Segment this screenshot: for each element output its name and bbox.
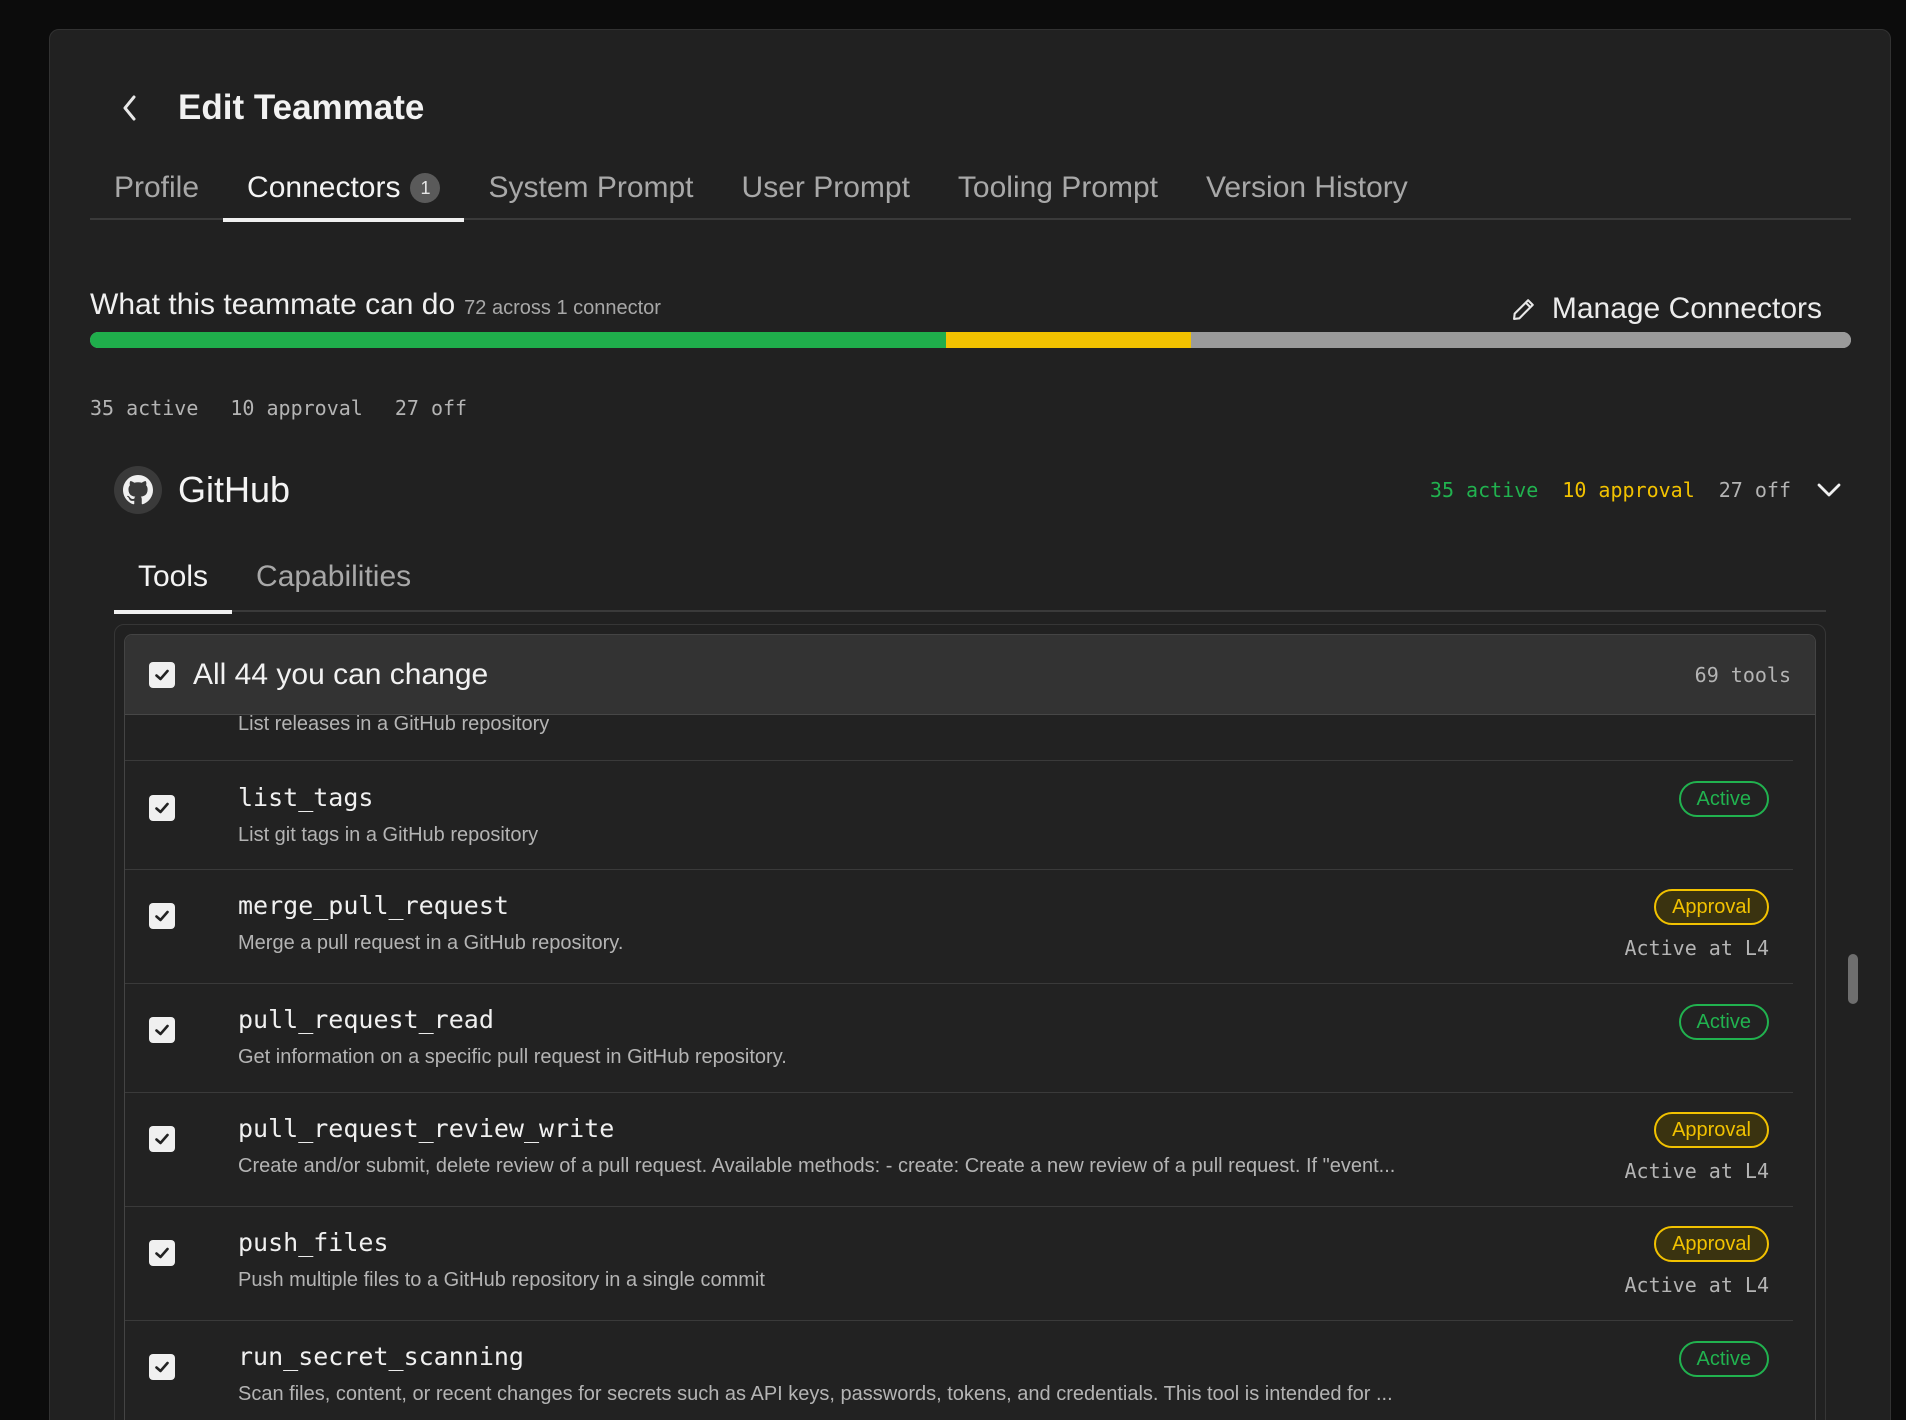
tab-user-prompt[interactable]: User Prompt — [718, 156, 934, 220]
status-note: Active at L4 — [1624, 1159, 1770, 1183]
tools-count: 69 tools — [1694, 662, 1791, 687]
checkmark-icon — [155, 669, 169, 680]
status-distribution-bar — [90, 332, 1851, 348]
tool-description: List git tags in a GitHub repository — [238, 824, 539, 846]
page-header: Edit Teammate — [110, 78, 424, 138]
tool-description: Get information on a specific pull reque… — [238, 1046, 787, 1068]
tools-list-scrollbar[interactable] — [1848, 954, 1858, 1004]
tool-description: List releases in a GitHub repository — [238, 713, 550, 735]
edit-teammate-panel: Edit Teammate Profile Connectors 1 System… — [49, 29, 1891, 1420]
tab-label: User Prompt — [741, 171, 910, 204]
tool-checkbox[interactable] — [149, 795, 175, 821]
connector-approval-count: 10 approval — [1562, 478, 1695, 502]
connector-active-count: 35 active — [1429, 478, 1539, 502]
tools-list-header: All 44 you can change 69 tools — [125, 635, 1815, 715]
table-row[interactable]: merge_pull_request Merge a pull request … — [125, 870, 1793, 984]
checkmark-icon — [155, 802, 169, 814]
tool-name: merge_pull_request — [238, 891, 509, 920]
connector-off-count: 27 off — [1718, 478, 1791, 502]
tab-tooling-prompt[interactable]: Tooling Prompt — [934, 156, 1182, 220]
status-badge[interactable]: Active — [1678, 1004, 1769, 1040]
tool-name: pull_request_read — [238, 1005, 494, 1034]
tab-label: Tooling Prompt — [957, 171, 1159, 204]
table-row[interactable]: run_secret_scanning Scan files, content,… — [125, 1321, 1793, 1420]
approval-count: 10 approval — [230, 396, 363, 420]
connector-tabs: Tools Capabilities — [114, 542, 1826, 614]
tab-label: Connectors — [247, 171, 401, 204]
status-badge[interactable]: Approval — [1654, 1226, 1769, 1262]
tab-system-prompt[interactable]: System Prompt — [464, 156, 717, 220]
table-row[interactable]: List releases in a GitHub repository — [125, 713, 1793, 761]
status-note: Active at L4 — [1624, 1273, 1770, 1297]
status-badge[interactable]: Active — [1678, 781, 1769, 817]
checkmark-icon — [155, 1024, 169, 1036]
bar-segment-approval — [946, 332, 1191, 348]
table-row[interactable]: push_files Push multiple files to a GitH… — [125, 1207, 1793, 1321]
connector-stats: 35 active 10 approval 27 off — [1430, 462, 1843, 518]
status-badge[interactable]: Active — [1678, 1341, 1769, 1377]
manage-connectors-button[interactable]: Manage Connectors — [1510, 292, 1822, 326]
table-row[interactable]: list_tags List git tags in a GitHub repo… — [125, 761, 1793, 870]
tab-connectors[interactable]: Connectors 1 — [223, 156, 465, 222]
checkmark-icon — [155, 1133, 169, 1145]
tab-label: Version History — [1206, 171, 1408, 204]
off-count: 27 off — [394, 396, 468, 420]
pencil-icon — [1512, 299, 1534, 320]
tool-name: run_secret_scanning — [238, 1342, 524, 1371]
connectors-count-badge: 1 — [410, 173, 441, 203]
tool-checkbox[interactable] — [149, 903, 175, 929]
connector-name: GitHub — [178, 469, 291, 510]
tool-checkbox[interactable] — [149, 1017, 175, 1043]
tool-description: Merge a pull request in a GitHub reposit… — [238, 932, 624, 954]
tool-checkbox[interactable] — [149, 1240, 175, 1266]
page-title: Edit Teammate — [178, 88, 425, 127]
back-button[interactable] — [110, 88, 150, 128]
bar-segment-active — [90, 332, 947, 348]
select-all-checkbox[interactable] — [149, 661, 175, 688]
select-all-label: All 44 you can change — [193, 657, 489, 691]
tab-version-history[interactable]: Version History — [1182, 156, 1432, 220]
status-note: Active at L4 — [1624, 936, 1770, 960]
tool-name: pull_request_review_write — [238, 1114, 615, 1143]
checkmark-icon — [155, 1247, 169, 1259]
summary-title: What this teammate can do — [90, 288, 456, 321]
tool-description: Push multiple files to a GitHub reposito… — [238, 1269, 765, 1291]
table-row[interactable]: pull_request_review_write Create and/or … — [125, 1093, 1793, 1207]
manage-connectors-label: Manage Connectors — [1551, 292, 1822, 325]
table-row[interactable]: pull_request_read Get information on a s… — [125, 984, 1793, 1093]
tool-checkbox[interactable] — [149, 1126, 175, 1152]
tools-list[interactable]: All 44 you can change 69 tools List rele… — [124, 634, 1816, 1420]
tool-name: list_tags — [238, 783, 374, 812]
tools-rows: List releases in a GitHub repository lis… — [125, 713, 1793, 1420]
tab-label: Profile — [114, 171, 200, 204]
tab-label: Capabilities — [256, 560, 412, 593]
chevron-down-icon[interactable] — [1815, 476, 1843, 504]
tab-profile[interactable]: Profile — [90, 156, 223, 220]
checkmark-icon — [155, 910, 169, 922]
tab-capabilities[interactable]: Capabilities — [232, 542, 435, 612]
status-badge[interactable]: Approval — [1654, 889, 1769, 925]
tab-label: Tools — [138, 560, 209, 593]
tab-tools[interactable]: Tools — [114, 542, 233, 614]
main-tabs: Profile Connectors 1 System Prompt User P… — [90, 156, 1851, 222]
checkmark-icon — [155, 1361, 169, 1373]
summary-subtitle: 72 across 1 connector — [464, 297, 661, 319]
tool-description: Scan files, content, or recent changes f… — [238, 1383, 1393, 1405]
bar-segment-off — [1190, 332, 1851, 348]
chevron-left-icon — [123, 95, 136, 121]
active-count: 35 active — [90, 396, 199, 420]
status-counts: 35 active 10 approval 27 off — [90, 396, 467, 420]
capability-summary: What this teammate can do 72 across 1 co… — [90, 288, 661, 322]
status-badge[interactable]: Approval — [1654, 1112, 1769, 1148]
tab-label: System Prompt — [488, 171, 694, 204]
github-icon — [114, 466, 162, 514]
tool-name: push_files — [238, 1228, 389, 1257]
connector-github[interactable]: GitHub 35 active 10 approval 27 off — [114, 462, 1851, 518]
tool-description: Create and/or submit, delete review of a… — [238, 1155, 1396, 1177]
tool-checkbox[interactable] — [149, 1354, 175, 1380]
